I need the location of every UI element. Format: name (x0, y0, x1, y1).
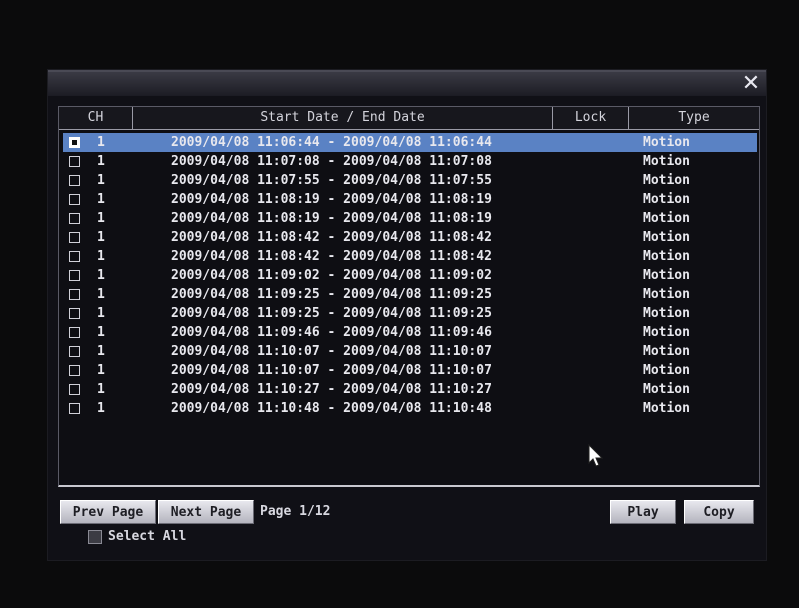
row-dates: 2009/04/08 11:08:42 - 2009/04/08 11:08:4… (171, 249, 492, 264)
row-checkbox[interactable] (69, 270, 80, 281)
copy-button[interactable]: Copy (684, 500, 754, 524)
column-header-ch[interactable]: CH (59, 107, 133, 129)
column-header-date[interactable]: Start Date / End Date (133, 107, 553, 129)
table-row[interactable]: 1 2009/04/08 11:10:48 - 2009/04/08 11:10:… (63, 399, 757, 418)
row-dates: 2009/04/08 11:09:25 - 2009/04/08 11:09:2… (171, 306, 492, 321)
table-row[interactable]: 1 2009/04/08 11:08:19 - 2009/04/08 11:08:… (63, 190, 757, 209)
row-dates: 2009/04/08 11:06:44 - 2009/04/08 11:06:4… (171, 135, 492, 150)
table-row[interactable]: 1 2009/04/08 11:08:19 - 2009/04/08 11:08:… (63, 209, 757, 228)
column-header-type[interactable]: Type (629, 107, 759, 129)
row-channel: 1 (97, 268, 105, 283)
row-channel: 1 (97, 230, 105, 245)
row-checkbox[interactable] (69, 384, 80, 395)
row-dates: 2009/04/08 11:08:42 - 2009/04/08 11:08:4… (171, 230, 492, 245)
table-row[interactable]: 1 2009/04/08 11:10:07 - 2009/04/08 11:10:… (63, 342, 757, 361)
row-dates: 2009/04/08 11:09:46 - 2009/04/08 11:09:4… (171, 325, 492, 340)
row-type: Motion (643, 135, 690, 150)
row-channel: 1 (97, 287, 105, 302)
row-channel: 1 (97, 135, 105, 150)
row-checkbox[interactable] (69, 137, 80, 148)
table-row[interactable]: 1 2009/04/08 11:09:02 - 2009/04/08 11:09:… (63, 266, 757, 285)
event-rows: 1 2009/04/08 11:06:44 - 2009/04/08 11:06:… (63, 133, 757, 418)
row-dates: 2009/04/08 11:10:07 - 2009/04/08 11:10:0… (171, 344, 492, 359)
row-channel: 1 (97, 306, 105, 321)
row-dates: 2009/04/08 11:08:19 - 2009/04/08 11:08:1… (171, 192, 492, 207)
row-type: Motion (643, 325, 690, 340)
row-dates: 2009/04/08 11:08:19 - 2009/04/08 11:08:1… (171, 211, 492, 226)
prev-page-button[interactable]: Prev Page (60, 500, 156, 524)
row-channel: 1 (97, 363, 105, 378)
table-row[interactable]: 1 2009/04/08 11:08:42 - 2009/04/08 11:08:… (63, 247, 757, 266)
row-type: Motion (643, 344, 690, 359)
table-row[interactable]: 1 2009/04/08 11:08:42 - 2009/04/08 11:08:… (63, 228, 757, 247)
row-dates: 2009/04/08 11:10:48 - 2009/04/08 11:10:4… (171, 401, 492, 416)
row-checkbox[interactable] (69, 213, 80, 224)
row-type: Motion (643, 306, 690, 321)
row-type: Motion (643, 382, 690, 397)
close-icon[interactable]: ✕ (740, 73, 762, 95)
row-channel: 1 (97, 325, 105, 340)
table-row[interactable]: 1 2009/04/08 11:06:44 - 2009/04/08 11:06:… (63, 133, 757, 152)
checkbox-icon[interactable] (88, 530, 102, 544)
event-list-panel: CH Start Date / End Date Lock Type 1 2009… (58, 106, 760, 487)
row-checkbox[interactable] (69, 308, 80, 319)
row-channel: 1 (97, 192, 105, 207)
row-channel: 1 (97, 401, 105, 416)
row-type: Motion (643, 249, 690, 264)
row-checkbox[interactable] (69, 194, 80, 205)
row-type: Motion (643, 192, 690, 207)
row-dates: 2009/04/08 11:07:08 - 2009/04/08 11:07:0… (171, 154, 492, 169)
play-button[interactable]: Play (610, 500, 676, 524)
row-type: Motion (643, 211, 690, 226)
row-dates: 2009/04/08 11:09:25 - 2009/04/08 11:09:2… (171, 287, 492, 302)
row-checkbox[interactable] (69, 365, 80, 376)
row-channel: 1 (97, 382, 105, 397)
row-channel: 1 (97, 249, 105, 264)
table-row[interactable]: 1 2009/04/08 11:10:07 - 2009/04/08 11:10:… (63, 361, 757, 380)
row-checkbox[interactable] (69, 327, 80, 338)
row-type: Motion (643, 363, 690, 378)
mouse-pointer-icon (588, 444, 604, 467)
dialog-titlebar: ✕ (48, 72, 766, 96)
table-row[interactable]: 1 2009/04/08 11:07:55 - 2009/04/08 11:07:… (63, 171, 757, 190)
row-type: Motion (643, 230, 690, 245)
select-all-label: Select All (108, 529, 187, 544)
row-checkbox[interactable] (69, 346, 80, 357)
row-type: Motion (643, 287, 690, 302)
row-checkbox[interactable] (69, 156, 80, 167)
table-row[interactable]: 1 2009/04/08 11:10:27 - 2009/04/08 11:10:… (63, 380, 757, 399)
row-dates: 2009/04/08 11:10:27 - 2009/04/08 11:10:2… (171, 382, 492, 397)
page-indicator: Page 1/12 (260, 504, 331, 519)
row-dates: 2009/04/08 11:07:55 - 2009/04/08 11:07:5… (171, 173, 492, 188)
next-page-button[interactable]: Next Page (158, 500, 254, 524)
row-checkbox[interactable] (69, 403, 80, 414)
table-row[interactable]: 1 2009/04/08 11:09:46 - 2009/04/08 11:09:… (63, 323, 757, 342)
row-channel: 1 (97, 344, 105, 359)
row-type: Motion (643, 268, 690, 283)
row-checkbox[interactable] (69, 289, 80, 300)
row-type: Motion (643, 154, 690, 169)
row-checkbox[interactable] (69, 251, 80, 262)
table-row[interactable]: 1 2009/04/08 11:09:25 - 2009/04/08 11:09:… (63, 285, 757, 304)
column-header-lock[interactable]: Lock (553, 107, 629, 129)
screen: ✕ CH Start Date / End Date Lock Type 1 20… (0, 0, 799, 608)
row-checkbox[interactable] (69, 175, 80, 186)
row-type: Motion (643, 401, 690, 416)
row-channel: 1 (97, 154, 105, 169)
row-dates: 2009/04/08 11:09:02 - 2009/04/08 11:09:0… (171, 268, 492, 283)
row-channel: 1 (97, 173, 105, 188)
row-type: Motion (643, 173, 690, 188)
event-search-dialog: ✕ CH Start Date / End Date Lock Type 1 20… (48, 70, 766, 560)
table-header: CH Start Date / End Date Lock Type (59, 107, 759, 130)
table-row[interactable]: 1 2009/04/08 11:09:25 - 2009/04/08 11:09:… (63, 304, 757, 323)
row-checkbox[interactable] (69, 232, 80, 243)
table-row[interactable]: 1 2009/04/08 11:07:08 - 2009/04/08 11:07:… (63, 152, 757, 171)
row-dates: 2009/04/08 11:10:07 - 2009/04/08 11:10:0… (171, 363, 492, 378)
row-channel: 1 (97, 211, 105, 226)
